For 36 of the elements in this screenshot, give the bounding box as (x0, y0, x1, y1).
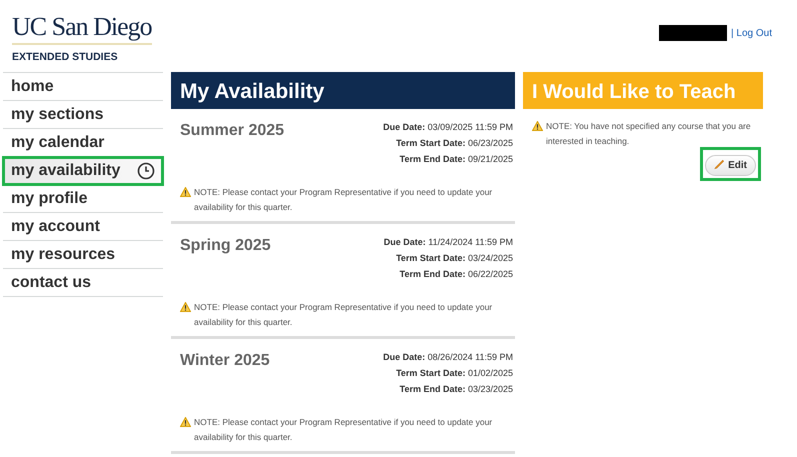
term-date: Term End Date: 06/22/2025 (398, 268, 513, 281)
term-date: Term Start Date: 03/24/2025 (395, 252, 513, 265)
nav-item[interactable]: my resources (3, 241, 163, 269)
section-header: My Availability (171, 72, 515, 109)
nav-item[interactable]: home (3, 73, 163, 101)
nav-item[interactable]: my sections (3, 101, 163, 129)
term-date: Term Start Date: 01/02/2025 (395, 367, 513, 380)
note-text: NOTE: Please contact your Program Representative if you need to update your availability for this quarter. (194, 186, 494, 214)
term-date: Term End Date: 09/21/2025 (398, 153, 513, 166)
logout-link[interactable]: | Log Out (731, 26, 772, 40)
term-title: Summer 2025 (180, 121, 284, 141)
term-title: Spring 2025 (180, 236, 271, 256)
warning-icon (532, 121, 543, 131)
note-text: NOTE: Please contact your Program Representative if you need to update your availability for this quarter. (194, 301, 494, 329)
redacted-block (659, 25, 728, 41)
term-date: Due Date: 03/09/2025 11:59 PM (383, 121, 513, 134)
section-header: I Would Like to Teach (523, 72, 763, 109)
note-text: NOTE: Please contact your Program Representative if you need to update your availability for this quarter. (194, 416, 494, 444)
warning-icon (180, 417, 191, 427)
term-date: Term Start Date: 06/23/2025 (395, 137, 513, 150)
nav-item[interactable]: contact us (3, 269, 163, 297)
warning-icon (180, 302, 191, 312)
term-date: Due Date: 11/24/2024 11:59 PM (384, 236, 513, 249)
logo-wordmark: UC San Diego (12, 14, 152, 45)
pencil-icon (714, 158, 726, 169)
warning-icon (180, 187, 191, 197)
term-title: Winter 2025 (180, 351, 270, 371)
term-date: Due Date: 08/26/2024 11:59 PM (383, 351, 513, 364)
clock-icon (137, 162, 155, 180)
edit-button[interactable]: Edit (705, 155, 756, 176)
nav-item[interactable]: my account (3, 213, 163, 241)
nav-item[interactable]: my profile (3, 185, 163, 213)
logo-subtitle: EXTENDED STUDIES (12, 50, 118, 65)
note-text: NOTE: You have not specified any course that you are interested in teaching. (546, 120, 752, 148)
nav-item[interactable]: my availability (3, 157, 163, 185)
term-date: Term End Date: 03/23/2025 (398, 383, 513, 396)
